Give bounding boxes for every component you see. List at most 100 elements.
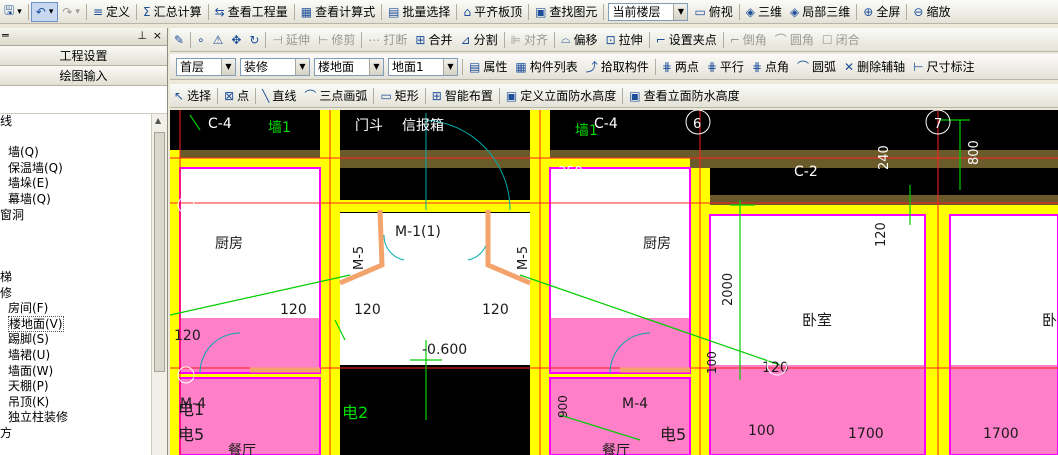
dimension-button[interactable]: ⊢ 尺寸标注 [909,57,978,77]
category-combo[interactable]: 装修 ▼ [240,57,310,76]
scroll-thumb[interactable] [154,132,165,372]
tree-item[interactable] [0,254,150,270]
fullscreen-button[interactable]: ⊕ 全屏 [859,2,904,22]
project-settings-button[interactable]: 工程设置 [0,46,167,66]
left-panel: ═ ⊥ × 工程设置 绘图输入 线墙(Q) 保温墙(Q) 墙垛(E) 幕墙(Q) 窗洞梯… [0,28,168,455]
pick-component-button[interactable]: ⤴ 拾取构件 [582,57,653,77]
partial-3d-button[interactable]: ◈ 局部三维 [786,2,854,22]
tree-item[interactable] [0,223,150,239]
tree-item[interactable]: 墙裙(U) [0,348,150,364]
select-button[interactable]: ↖ 选择 [170,86,215,106]
view-quantity-button[interactable]: ⇆ 查看工程量 [211,2,292,22]
view-elev-button[interactable]: ▣ 查看立面防水高度 [625,86,743,106]
stretch-label: 拉伸 [618,33,643,47]
point-angle-button[interactable]: ⋕ 点角 [748,57,793,77]
tree-item[interactable]: 墙(Q) [0,145,150,161]
tree-item[interactable] [0,130,150,146]
tree-scrollbar[interactable]: ▲ [151,114,167,455]
point-button[interactable]: ⊠ 点 [220,86,253,106]
stretch-button[interactable]: ⊡ 拉伸 [602,30,647,50]
view-formula-button[interactable]: ▦ 查看计算式 [297,2,379,22]
save-icon[interactable]: 🖫 ▾ [0,2,26,22]
component-type-combo[interactable]: 楼地面 ▼ [314,57,384,76]
merge-button[interactable]: ⊞ 合并 [411,30,456,50]
chevron-down-icon[interactable]: ▼ [369,58,383,75]
toolbar-separator [554,31,556,48]
floor-select[interactable]: 当前楼层 ▼ [608,2,689,21]
view-quantity-icon: ⇆ [214,4,225,19]
close-icon[interactable]: × [153,29,162,42]
component-combo[interactable]: 地面1 ▼ [388,57,458,76]
tree-item[interactable]: 房间(F) [0,301,150,317]
tree-item[interactable]: 保温墙(Q) [0,161,150,177]
tree-item[interactable]: 天棚(P) [0,379,150,395]
delete-aux-button[interactable]: ✕ 删除辅轴 [840,57,909,77]
fillet-button[interactable]: ⌒ 圆角 [771,30,818,50]
drawing-input-button[interactable]: 绘图输入 [0,66,167,86]
line-button[interactable]: ╲ 直线 [258,86,300,106]
rotate-icon[interactable]: ↻ [245,30,263,50]
define-elev-button[interactable]: ▣ 定义立面防水高度 [502,86,620,106]
top-view-button[interactable]: ▭ 俯视 [690,2,736,22]
tree-item[interactable]: 墙垛(E) [0,176,150,192]
batch-select-button[interactable]: ▤ 批量选择 [384,2,454,22]
tree-item[interactable]: 窗洞 [0,208,150,224]
chamfer-button[interactable]: ⌐ 倒角 [726,30,771,50]
offset-button[interactable]: ⌓ 偏移 [557,30,602,50]
define-button[interactable]: ≡ 定义 [89,2,134,22]
extend-button[interactable]: ⊣ 延伸 [268,30,313,50]
zoom-button[interactable]: ⊖ 缩放 [909,2,954,22]
sum-calc-button[interactable]: Σ 汇总计算 [139,2,206,22]
split-button[interactable]: ⊿ 分割 [457,30,502,50]
align-button[interactable]: ⊫ 对齐 [507,30,552,50]
view-elev-icon: ▣ [629,88,641,103]
tree-item[interactable]: 独立柱装修 [0,410,150,426]
tree-item[interactable]: 梯 [0,270,150,286]
extend-icon: ⊣ [272,32,283,47]
pin-icon[interactable]: ⊥ [137,29,147,42]
flat-slab-button[interactable]: ⌂ 平齐板顶 [459,2,526,22]
smart-layout-button[interactable]: ⊞ 智能布置 [428,86,497,106]
drawing-label: 120 [762,360,789,376]
tree-item[interactable] [0,239,150,255]
close-button[interactable]: ☐ 闭合 [818,30,864,50]
tree-item[interactable]: 幕墙(Q) [0,192,150,208]
floor-combo[interactable]: 首层 ▼ [176,57,236,76]
copy-icon[interactable]: ∘ [193,30,209,50]
3d-view-button[interactable]: ◈ 三维 [742,2,786,22]
undo-button[interactable]: ↶ ▾ [30,1,59,22]
break-button[interactable]: ⋯ 打断 [364,30,411,50]
mirror-icon[interactable]: ⚠ [209,30,228,50]
parallel-button[interactable]: ⋕ 平行 [703,57,748,77]
component-list-button[interactable]: ▦ 构件列表 [511,57,581,77]
two-points-button[interactable]: ⋕ 两点 [658,57,703,77]
trim-button[interactable]: ⊢ 修剪 [314,30,359,50]
scroll-up-icon[interactable]: ▲ [155,116,161,125]
chevron-down-icon[interactable]: ▼ [221,58,235,75]
arc-button[interactable]: ⌒ 圆弧 [793,57,840,77]
tree-item[interactable]: 修 [0,286,150,302]
redo-button[interactable]: ↷ ▾ [58,2,84,22]
properties-button[interactable]: ▤ 属性 [465,57,511,77]
drawing-label: C-2 [794,164,818,180]
chevron-down-icon[interactable]: ▼ [295,58,309,75]
tree-item-label: 踢脚(S) [8,332,49,347]
tree-item[interactable]: 方 [0,426,150,442]
rect-button[interactable]: ▭ 矩形 [376,86,422,106]
move-icon[interactable]: ✥ [227,30,245,50]
tree-item[interactable]: 踢脚(S) [0,332,150,348]
chevron-down-icon[interactable]: ▼ [673,3,688,20]
drawing-canvas[interactable]: C-4 门斗 信报箱 C-4 C-2 240 800 350 120 厨房 M-1(1) M-5 M-5… [170,110,1058,455]
tree-item[interactable]: 吊顶(K) [0,395,150,411]
tree-item[interactable]: 楼地面(V) [0,315,150,333]
batch-select-label: 批量选择 [402,5,451,19]
tree-item[interactable]: 线 [0,114,150,130]
three-point-arc-button[interactable]: ⌒ 三点画弧 [300,86,371,106]
brush-icon[interactable]: ✎ [170,30,188,50]
chevron-down-icon[interactable]: ▼ [443,58,457,75]
tree-item[interactable]: 墙面(W) [0,364,150,380]
set-grip-button[interactable]: ⌐ 设置夹点 [652,30,721,50]
find-element-button[interactable]: ▣ 查找图元 [531,2,601,22]
set-grip-label: 设置夹点 [668,33,717,47]
line-icon: ╲ [262,88,270,103]
